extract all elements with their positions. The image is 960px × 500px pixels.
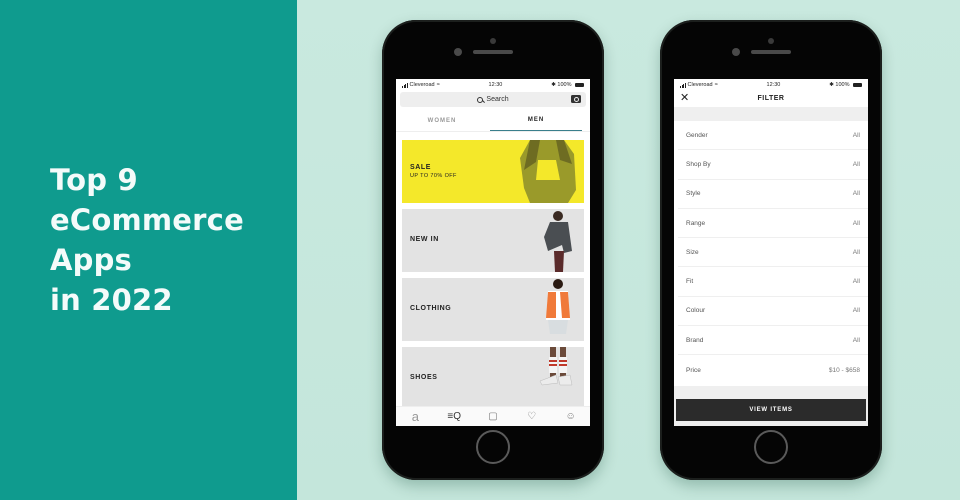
filter-label: Shop By: [686, 160, 711, 168]
battery-percent: 100%: [835, 82, 850, 88]
search-menu-icon[interactable]: ≡Q: [444, 411, 464, 422]
page-title: FILTER: [757, 94, 785, 102]
home-button[interactable]: [754, 430, 788, 464]
filter-row-brand[interactable]: Brand All: [678, 326, 868, 356]
model-jacket-image: [520, 140, 576, 203]
filter-row-shop-by[interactable]: Shop By All: [678, 150, 868, 180]
filter-row-fit[interactable]: Fit All: [678, 267, 868, 297]
search-icon: [477, 96, 484, 103]
heart-icon[interactable]: ♡: [522, 411, 542, 422]
carrier-name: Cleveroad: [409, 82, 435, 88]
tab-men[interactable]: MEN: [490, 110, 582, 131]
account-icon[interactable]: ☺: [561, 411, 581, 422]
filter-value: All: [852, 190, 860, 198]
signal-icon: [402, 82, 408, 88]
filter-label: Range: [686, 219, 706, 227]
headline-line: Top 9: [50, 163, 138, 197]
filter-row-range[interactable]: Range All: [678, 209, 868, 239]
banner-new-in[interactable]: NEW IN: [402, 209, 584, 272]
bag-icon[interactable]: ▢: [483, 411, 503, 422]
speaker-grille: [751, 50, 791, 54]
filter-header: ✕ FILTER: [674, 91, 868, 105]
filter-value: All: [852, 160, 860, 168]
banner-title: NEW IN: [410, 236, 439, 243]
filter-row-style[interactable]: Style All: [678, 180, 868, 209]
search-placeholder: Search: [486, 96, 509, 103]
phone-filter: Cleveroad ≈ 12:30 ✱ 100% ✕ FILTER Gender…: [660, 20, 882, 480]
camera-search-icon[interactable]: [571, 95, 581, 103]
carrier-name: Cleveroad: [687, 82, 713, 88]
banner-clothing[interactable]: CLOTHING: [402, 278, 584, 341]
model-image: [546, 279, 570, 334]
left-panel: Top 9 eCommerce Apps in 2022: [0, 0, 297, 500]
close-icon[interactable]: ✕: [680, 91, 690, 105]
filter-value: $10 - $658: [828, 366, 860, 374]
banner-shoes[interactable]: SHOES: [402, 347, 584, 410]
banner-sale[interactable]: SALE UP TO 70% OFF: [402, 140, 584, 203]
shop-screen: Cleveroad ≈ 12:30 ✱ 100% Search WOMEN ME…: [396, 79, 590, 426]
home-button[interactable]: [476, 430, 510, 464]
battery-icon: [575, 82, 584, 87]
headline-line: eCommerce: [50, 203, 244, 237]
status-bar: Cleveroad ≈ 12:30 ✱ 100%: [674, 79, 868, 91]
filter-row-price[interactable]: Price $10 - $658: [678, 355, 868, 384]
phone-shop: Cleveroad ≈ 12:30 ✱ 100% Search WOMEN ME…: [382, 20, 604, 480]
status-time: 12:30: [766, 82, 781, 88]
filter-label: Style: [686, 190, 701, 198]
banner-title: CLOTHING: [410, 305, 452, 312]
banner-title: SALE: [410, 164, 432, 171]
camera-dot: [768, 38, 774, 44]
search-bar[interactable]: Search: [400, 92, 586, 107]
filter-screen: Cleveroad ≈ 12:30 ✱ 100% ✕ FILTER Gender…: [674, 79, 868, 426]
filter-label: Fit: [686, 278, 694, 286]
filter-label: Colour: [686, 307, 706, 315]
home-logo-icon[interactable]: a: [405, 409, 425, 424]
status-time: 12:30: [488, 82, 503, 88]
model-legs-image: [539, 347, 573, 386]
wifi-icon: ≈: [436, 82, 440, 88]
filter-value: All: [852, 131, 860, 139]
bottom-tab-bar: a ≡Q ▢ ♡ ☺: [396, 406, 590, 426]
gender-tabs: WOMEN MEN: [396, 110, 590, 132]
battery-percent: 100%: [557, 82, 572, 88]
banner-subtitle: UP TO 70% OFF: [410, 173, 457, 179]
signal-icon: [680, 82, 686, 88]
filter-list: Gender All Shop By All Style All Range A…: [674, 121, 868, 385]
headline: Top 9 eCommerce Apps in 2022: [50, 160, 244, 320]
tab-women[interactable]: WOMEN: [396, 110, 488, 131]
speaker-grille: [473, 50, 513, 54]
banner-title: SHOES: [410, 374, 438, 381]
view-items-button[interactable]: VIEW ITEMS: [676, 399, 866, 421]
front-sensor: [454, 48, 462, 56]
filter-value: All: [852, 336, 860, 344]
wifi-icon: ≈: [714, 82, 718, 88]
model-image: [544, 211, 572, 272]
filter-value: All: [852, 307, 860, 315]
bluetooth-icon: ✱: [829, 82, 834, 88]
filter-label: Size: [686, 248, 699, 256]
front-sensor: [732, 48, 740, 56]
filter-row-gender[interactable]: Gender All: [678, 121, 868, 151]
status-bar: Cleveroad ≈ 12:30 ✱ 100%: [396, 79, 590, 91]
filter-row-colour[interactable]: Colour All: [678, 297, 868, 327]
filter-label: Price: [686, 366, 701, 374]
filter-value: All: [852, 248, 860, 256]
camera-dot: [490, 38, 496, 44]
filter-value: All: [852, 219, 860, 227]
bluetooth-icon: ✱: [551, 82, 556, 88]
divider: [674, 107, 868, 121]
headline-line: in 2022: [50, 283, 173, 317]
filter-footer: VIEW ITEMS: [674, 386, 868, 426]
filter-value: All: [852, 278, 860, 286]
filter-label: Gender: [686, 131, 708, 139]
filter-label: Brand: [686, 336, 704, 344]
filter-row-size[interactable]: Size All: [678, 238, 868, 268]
headline-line: Apps: [50, 243, 133, 277]
battery-icon: [853, 82, 862, 87]
